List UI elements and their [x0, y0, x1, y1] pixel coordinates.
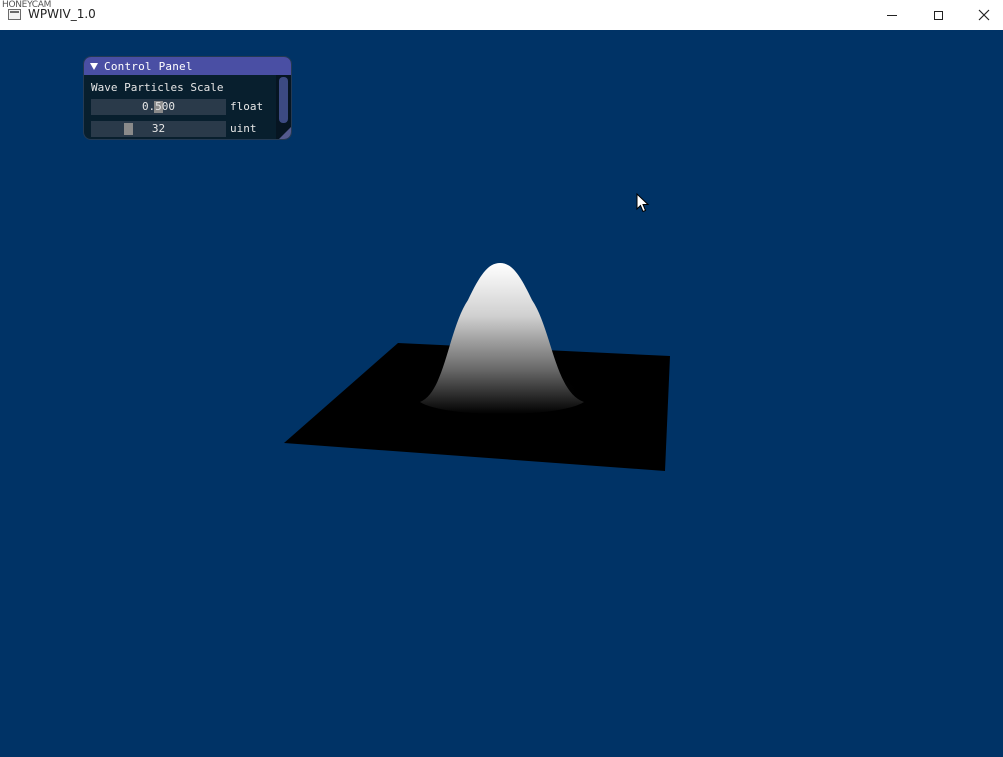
float-slider[interactable]: 0.500 — [91, 99, 226, 115]
resize-grip[interactable] — [279, 127, 291, 139]
scrollbar-thumb[interactable] — [279, 77, 288, 123]
maximize-button[interactable] — [915, 0, 961, 30]
render-viewport[interactable] — [0, 30, 1003, 757]
uint-slider[interactable]: 32 — [91, 121, 226, 137]
wave-particle-bump — [420, 263, 584, 414]
collapse-triangle-icon[interactable] — [90, 62, 98, 70]
float-slider-value: 0.500 — [141, 100, 176, 113]
maximize-icon — [933, 10, 943, 20]
close-button[interactable] — [961, 0, 1003, 30]
title-bar: HONEYCAM WPWIV_1.0 — [0, 0, 1003, 30]
panel-header[interactable]: Control Panel — [84, 57, 291, 75]
minimize-icon — [887, 14, 897, 16]
panel-title: Control Panel — [104, 59, 193, 73]
control-panel[interactable]: Control Panel Wave Particles Scale 0.500… — [84, 57, 291, 139]
uint-type-label: uint — [230, 122, 257, 135]
window-icon[interactable] — [8, 9, 21, 20]
window-title: WPWIV_1.0 — [28, 7, 96, 21]
close-icon — [978, 9, 990, 21]
wave-particles-scale-label: Wave Particles Scale — [91, 81, 224, 94]
minimize-button[interactable] — [869, 0, 915, 30]
uint-slider-value: 32 — [151, 122, 166, 135]
float-type-label: float — [230, 100, 264, 113]
mouse-pointer-icon — [636, 193, 650, 213]
